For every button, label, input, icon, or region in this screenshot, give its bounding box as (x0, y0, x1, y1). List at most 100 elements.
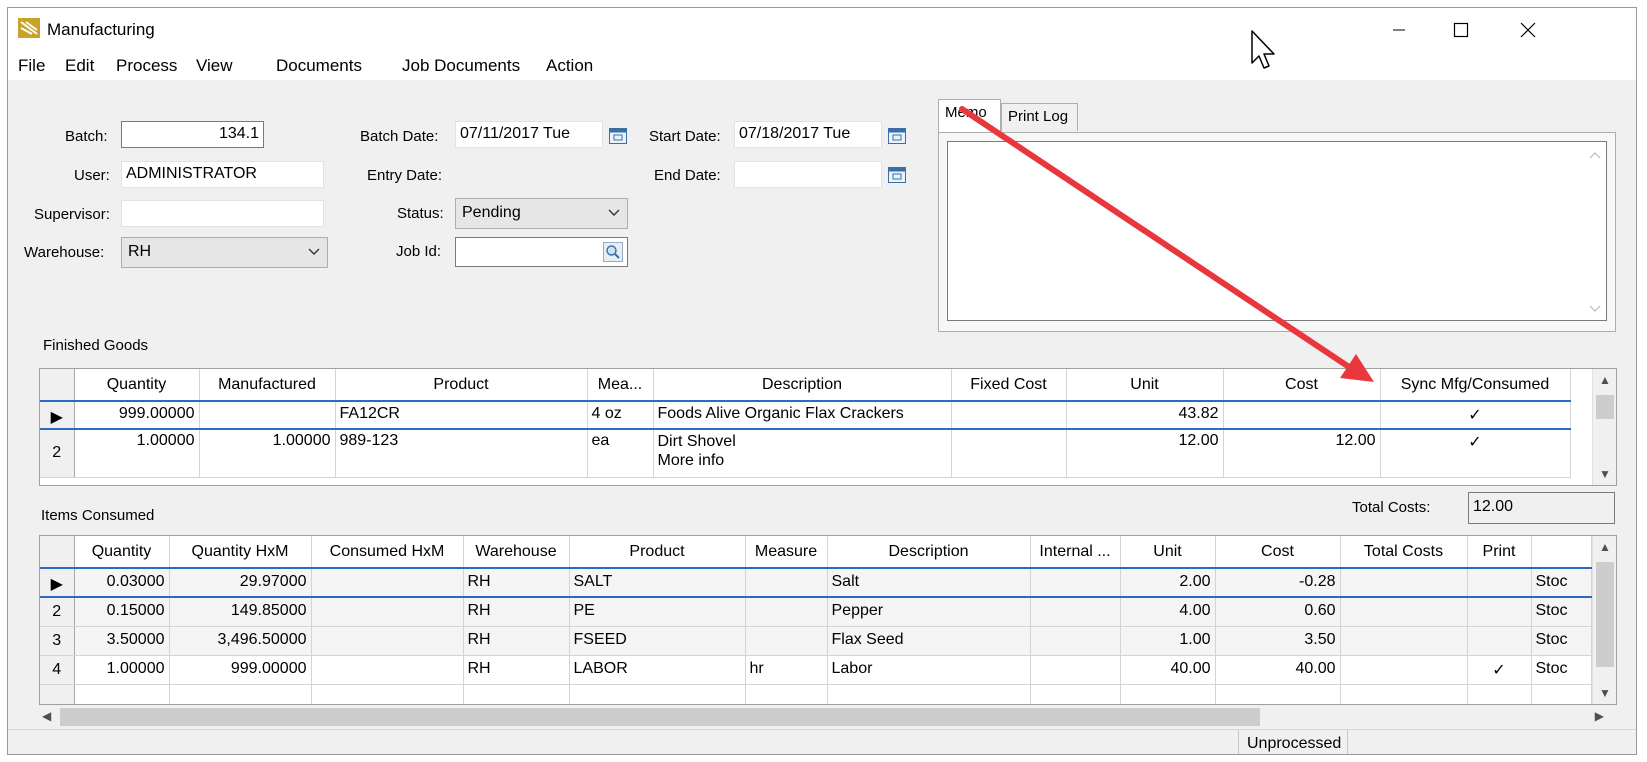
cell-manufactured[interactable]: 1.00000 (199, 429, 336, 478)
cell-product[interactable]: LABOR (569, 655, 746, 685)
col-header-description[interactable]: Description (653, 369, 952, 402)
cell-warehouse[interactable]: RH (463, 626, 570, 656)
col-header-measure[interactable]: Mea... (587, 369, 654, 402)
cell-empty[interactable] (1030, 684, 1121, 704)
cell-empty[interactable] (827, 684, 1031, 704)
scroll-left-icon[interactable]: ◀ (42, 709, 51, 723)
table-row[interactable]: 4 1.00000 999.00000 RH LABOR hr Labor 40… (40, 655, 1592, 685)
cell-quantity[interactable]: 3.50000 (74, 626, 170, 656)
cell-empty[interactable] (569, 684, 746, 704)
cell-print[interactable]: ✓ (1467, 655, 1532, 685)
cell-internal[interactable] (1030, 597, 1121, 627)
cell-consumed-hxm[interactable] (311, 626, 464, 656)
cell-description[interactable]: Pepper (827, 597, 1031, 627)
cell-cost[interactable]: 12.00 (1223, 429, 1381, 478)
row-indicator[interactable]: 3 (40, 626, 75, 656)
cell-empty[interactable] (1531, 684, 1592, 704)
col-header-fixed-cost[interactable]: Fixed Cost (951, 369, 1067, 402)
row-indicator[interactable] (40, 684, 75, 704)
scroll-right-icon[interactable]: ▶ (1595, 709, 1604, 723)
row-indicator[interactable]: 2 (40, 597, 75, 627)
start-date-field[interactable]: 07/18/2017 Tue (734, 121, 882, 148)
cell-print[interactable] (1467, 567, 1532, 598)
user-field[interactable]: ADMINISTRATOR (121, 161, 324, 188)
cell-empty[interactable] (1340, 684, 1468, 704)
close-button[interactable] (1505, 16, 1551, 44)
cell-unit[interactable]: 4.00 (1120, 597, 1216, 627)
cell-measure[interactable]: ea (587, 429, 654, 478)
scroll-down-icon[interactable]: ▼ (1593, 686, 1616, 700)
cell-measure[interactable]: hr (745, 655, 828, 685)
col-header-quantity[interactable]: Quantity (74, 369, 200, 402)
col-header-consumed-hxm[interactable]: Consumed HxM (311, 536, 464, 569)
cell-consumed-hxm[interactable] (311, 567, 464, 598)
col-header-extra[interactable] (1531, 536, 1592, 569)
cell-manufactured[interactable] (199, 400, 336, 430)
menu-action[interactable]: Action (546, 56, 593, 76)
cell-fixed-cost[interactable] (951, 400, 1067, 430)
row-indicator[interactable]: 4 (40, 655, 75, 685)
cell-measure[interactable] (745, 626, 828, 656)
cell-unit[interactable]: 2.00 (1120, 567, 1216, 598)
cell-internal[interactable] (1030, 655, 1121, 685)
cell-total-costs[interactable] (1340, 567, 1468, 598)
menu-job-documents[interactable]: Job Documents (402, 56, 520, 76)
table-row[interactable]: 2 0.15000 149.85000 RH PE Pepper 4.00 0.… (40, 597, 1592, 627)
cell-quantity[interactable]: 1.00000 (74, 655, 170, 685)
cell-consumed-hxm[interactable] (311, 597, 464, 627)
cell-cost[interactable]: 3.50 (1215, 626, 1341, 656)
table-row[interactable]: 2 1.00000 1.00000 989-123 ea Dirt Shovel… (40, 429, 1571, 478)
menu-documents[interactable]: Documents (276, 56, 362, 76)
row-indicator[interactable]: ▶ (40, 567, 75, 598)
cell-empty[interactable] (1215, 684, 1341, 704)
warehouse-select[interactable]: RH (121, 237, 328, 268)
cell-quantity[interactable]: 999.00000 (74, 400, 200, 430)
menu-edit[interactable]: Edit (65, 56, 94, 76)
col-header-product[interactable]: Product (569, 536, 746, 569)
batch-field[interactable]: 134.1 (121, 121, 264, 148)
start-date-calendar-icon[interactable] (887, 126, 907, 146)
cell-empty[interactable] (169, 684, 312, 704)
cell-sync-checkmark[interactable]: ✓ (1380, 400, 1571, 430)
items-consumed-scrollbar[interactable]: ▲ ▼ (1592, 536, 1616, 704)
cell-measure[interactable] (745, 567, 828, 598)
cell-cost[interactable] (1223, 400, 1381, 430)
col-header-unit[interactable]: Unit (1120, 536, 1216, 569)
col-header-unit[interactable]: Unit (1066, 369, 1224, 402)
col-header-description[interactable]: Description (827, 536, 1031, 569)
cell-quantity[interactable]: 0.15000 (74, 597, 170, 627)
cell-cost[interactable]: 40.00 (1215, 655, 1341, 685)
col-header-print[interactable]: Print (1467, 536, 1532, 569)
row-indicator[interactable]: 2 (40, 429, 75, 478)
cell-description[interactable]: Foods Alive Organic Flax Crackers (653, 400, 952, 430)
cell-cost[interactable]: 0.60 (1215, 597, 1341, 627)
cell-warehouse[interactable]: RH (463, 655, 570, 685)
menu-file[interactable]: File (18, 56, 45, 76)
scroll-down-icon[interactable] (1588, 304, 1602, 314)
cell-quantity-hxm[interactable]: 3,496.50000 (169, 626, 312, 656)
cell-empty[interactable] (311, 684, 464, 704)
col-header-quantity[interactable]: Quantity (74, 536, 170, 569)
cell-quantity[interactable]: 1.00000 (74, 429, 200, 478)
cell-extra[interactable]: Stoc (1531, 626, 1592, 656)
col-header-warehouse[interactable]: Warehouse (463, 536, 570, 569)
cell-product[interactable]: FA12CR (335, 400, 588, 430)
batch-date-calendar-icon[interactable] (608, 126, 628, 146)
cell-product[interactable]: FSEED (569, 626, 746, 656)
cell-print[interactable] (1467, 597, 1532, 627)
scrollbar-thumb[interactable] (1596, 395, 1614, 419)
end-date-field[interactable] (734, 161, 882, 188)
cell-total-costs[interactable] (1340, 597, 1468, 627)
cell-quantity-hxm[interactable]: 29.97000 (169, 567, 312, 598)
col-header-measure[interactable]: Measure (745, 536, 828, 569)
col-header-cost[interactable]: Cost (1223, 369, 1381, 402)
scroll-down-icon[interactable]: ▼ (1593, 467, 1616, 481)
tab-print-log[interactable]: Print Log (1001, 103, 1078, 131)
cell-unit[interactable]: 1.00 (1120, 626, 1216, 656)
cell-product[interactable]: 989-123 (335, 429, 588, 478)
cell-extra[interactable]: Stoc (1531, 655, 1592, 685)
cell-description[interactable]: Salt (827, 567, 1031, 598)
cell-unit[interactable]: 12.00 (1066, 429, 1224, 478)
memo-textarea[interactable] (947, 141, 1607, 321)
cell-quantity-hxm[interactable]: 999.00000 (169, 655, 312, 685)
